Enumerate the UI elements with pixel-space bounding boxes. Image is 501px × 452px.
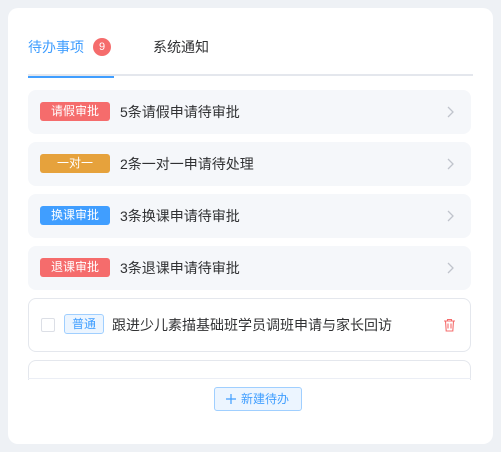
tab-notice[interactable]: 系统通知 — [153, 38, 209, 76]
active-tab-indicator — [28, 76, 114, 78]
todo-panel: 待办事项 9 系统通知 请假审批 5条请假申请待审批 一对一 2条一对一申请待处… — [8, 8, 493, 444]
chevron-right-icon — [447, 262, 454, 274]
approval-row-one-on-one[interactable]: 一对一 2条一对一申请待处理 — [28, 142, 471, 186]
list-divider — [28, 378, 471, 379]
tab-notice-label: 系统通知 — [153, 39, 209, 55]
todo-item-partial — [28, 360, 471, 380]
todo-checkbox[interactable] — [41, 318, 55, 332]
approval-row-leave[interactable]: 请假审批 5条请假申请待审批 — [28, 90, 471, 134]
approval-tag: 一对一 — [40, 154, 110, 173]
todo-text: 跟进少儿素描基础班学员调班申请与家长回访 — [112, 317, 392, 333]
todo-count-badge: 9 — [93, 38, 111, 56]
trash-icon[interactable] — [443, 318, 456, 332]
approval-tag: 请假审批 — [40, 102, 110, 121]
plus-icon — [226, 394, 236, 404]
new-todo-button[interactable]: 新建待办 — [214, 387, 302, 411]
tab-bar: 待办事项 9 系统通知 — [28, 38, 473, 78]
approval-text: 3条退课申请待审批 — [120, 260, 240, 276]
chevron-right-icon — [447, 210, 454, 222]
todo-item: 普通 跟进少儿素描基础班学员调班申请与家长回访 — [28, 298, 471, 352]
approval-text: 5条请假申请待审批 — [120, 104, 240, 120]
approval-row-change-class[interactable]: 换课审批 3条换课申请待审批 — [28, 194, 471, 238]
approval-text: 3条换课申请待审批 — [120, 208, 240, 224]
approval-row-drop-class[interactable]: 退课审批 3条退课申请待审批 — [28, 246, 471, 290]
tab-todo[interactable]: 待办事项 9 — [28, 38, 114, 78]
chevron-right-icon — [447, 106, 454, 118]
approval-tag: 退课审批 — [40, 258, 110, 277]
new-todo-label: 新建待办 — [241, 392, 290, 406]
chevron-right-icon — [447, 158, 454, 170]
approval-tag: 换课审批 — [40, 206, 110, 225]
tab-todo-label: 待办事项 — [28, 39, 84, 55]
priority-tag: 普通 — [64, 314, 104, 334]
approval-text: 2条一对一申请待处理 — [120, 156, 254, 172]
approval-list: 请假审批 5条请假申请待审批 一对一 2条一对一申请待处理 换课审批 3条换课申… — [28, 90, 471, 298]
